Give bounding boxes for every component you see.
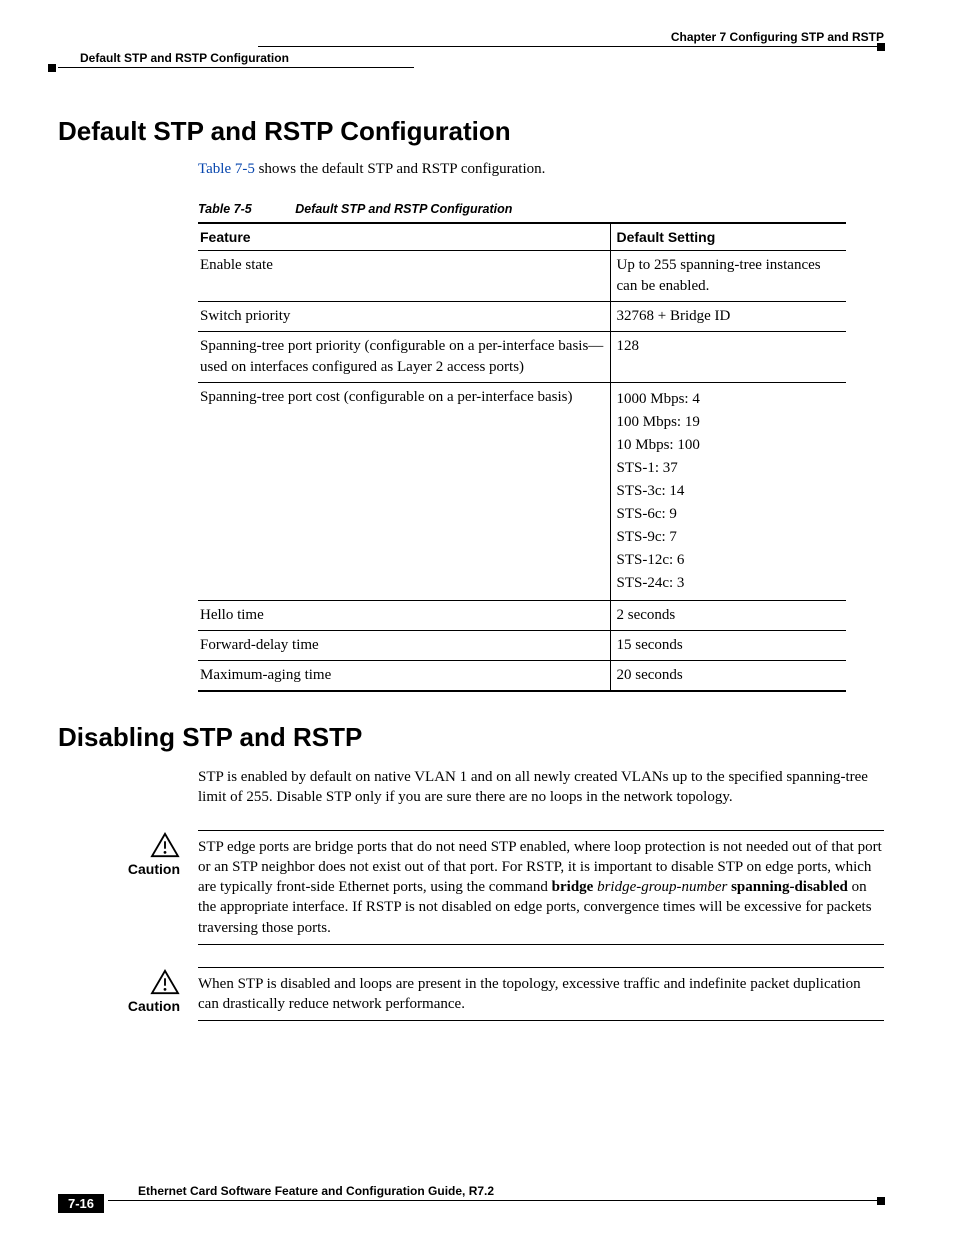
running-header-left: Default STP and RSTP Configuration [58, 47, 884, 67]
cell-feature: Spanning-tree port priority (configurabl… [198, 332, 610, 383]
table-row: Spanning-tree port cost (configurable on… [198, 383, 846, 601]
cell-feature: Switch priority [198, 302, 610, 332]
caution-icon [58, 832, 180, 863]
port-cost-line: STS-24c: 3 [617, 573, 841, 594]
table-row: Forward-delay time 15 seconds [198, 631, 846, 661]
caution-block: Caution When STP is disabled and loops a… [58, 967, 884, 1022]
port-cost-line: STS-3c: 14 [617, 481, 841, 502]
table-row: Switch priority 32768 + Bridge ID [198, 302, 846, 332]
cell-setting: 15 seconds [610, 631, 846, 661]
cell-setting: 32768 + Bridge ID [610, 302, 846, 332]
table-row: Enable state Up to 255 spanning-tree ins… [198, 251, 846, 302]
chapter-label: Chapter 7 Configuring STP and RSTP [671, 30, 884, 44]
caution-text: When STP is disabled and loops are prese… [198, 967, 884, 1022]
cell-setting: 128 [610, 332, 846, 383]
heading-disabling-stp: Disabling STP and RSTP [58, 722, 884, 753]
table-row: Maximum-aging time 20 seconds [198, 661, 846, 692]
cell-setting: 1000 Mbps: 4 100 Mbps: 19 10 Mbps: 100 S… [610, 383, 846, 601]
intro-paragraph: Table 7-5 shows the default STP and RSTP… [198, 161, 884, 178]
port-cost-line: STS-12c: 6 [617, 550, 841, 571]
port-cost-line: STS-9c: 7 [617, 527, 841, 548]
cell-feature: Enable state [198, 251, 610, 302]
cell-setting: 20 seconds [610, 661, 846, 692]
caution-block: Caution STP edge ports are bridge ports … [58, 830, 884, 945]
caution-label: Caution [58, 998, 180, 1014]
cell-setting: Up to 255 spanning-tree instances can be… [610, 251, 846, 302]
running-header-right: Chapter 7 Configuring STP and RSTP [58, 30, 884, 46]
cell-setting: 2 seconds [610, 601, 846, 631]
caution-bold: spanning-disabled [727, 879, 847, 895]
cell-feature: Spanning-tree port cost (configurable on… [198, 383, 610, 601]
page-number: 7-16 [58, 1194, 104, 1213]
table-row: Hello time 2 seconds [198, 601, 846, 631]
port-cost-line: STS-1: 37 [617, 458, 841, 479]
caution-text: STP edge ports are bridge ports that do … [198, 830, 884, 945]
section-label: Default STP and RSTP Configuration [58, 51, 289, 65]
table-caption: Table 7-5 Default STP and RSTP Configura… [198, 202, 884, 216]
caution-label: Caution [58, 861, 180, 877]
intro-text: shows the default STP and RSTP configura… [255, 161, 546, 177]
config-table: Feature Default Setting Enable state Up … [198, 222, 846, 692]
table-row: Spanning-tree port priority (configurabl… [198, 332, 846, 383]
table-number: Table 7-5 [198, 202, 252, 216]
page-footer: Ethernet Card Software Feature and Confi… [58, 1184, 884, 1201]
heading-default-stp: Default STP and RSTP Configuration [58, 116, 884, 147]
table-title: Default STP and RSTP Configuration [295, 202, 512, 216]
col-feature: Feature [198, 223, 610, 251]
cell-feature: Forward-delay time [198, 631, 610, 661]
caution-bold: bridge [552, 879, 594, 895]
port-cost-line: 10 Mbps: 100 [617, 435, 841, 456]
footer-title: Ethernet Card Software Feature and Confi… [58, 1184, 884, 1200]
port-cost-line: 100 Mbps: 19 [617, 412, 841, 433]
cell-feature: Hello time [198, 601, 610, 631]
port-cost-line: 1000 Mbps: 4 [617, 389, 841, 410]
caution-italic: bridge-group-number [593, 879, 727, 895]
disabling-paragraph: STP is enabled by default on native VLAN… [198, 767, 884, 808]
port-cost-line: STS-6c: 9 [617, 504, 841, 525]
col-default: Default Setting [610, 223, 846, 251]
cell-feature: Maximum-aging time [198, 661, 610, 692]
caution-icon [58, 969, 180, 1000]
table-xref-link[interactable]: Table 7-5 [198, 161, 255, 177]
